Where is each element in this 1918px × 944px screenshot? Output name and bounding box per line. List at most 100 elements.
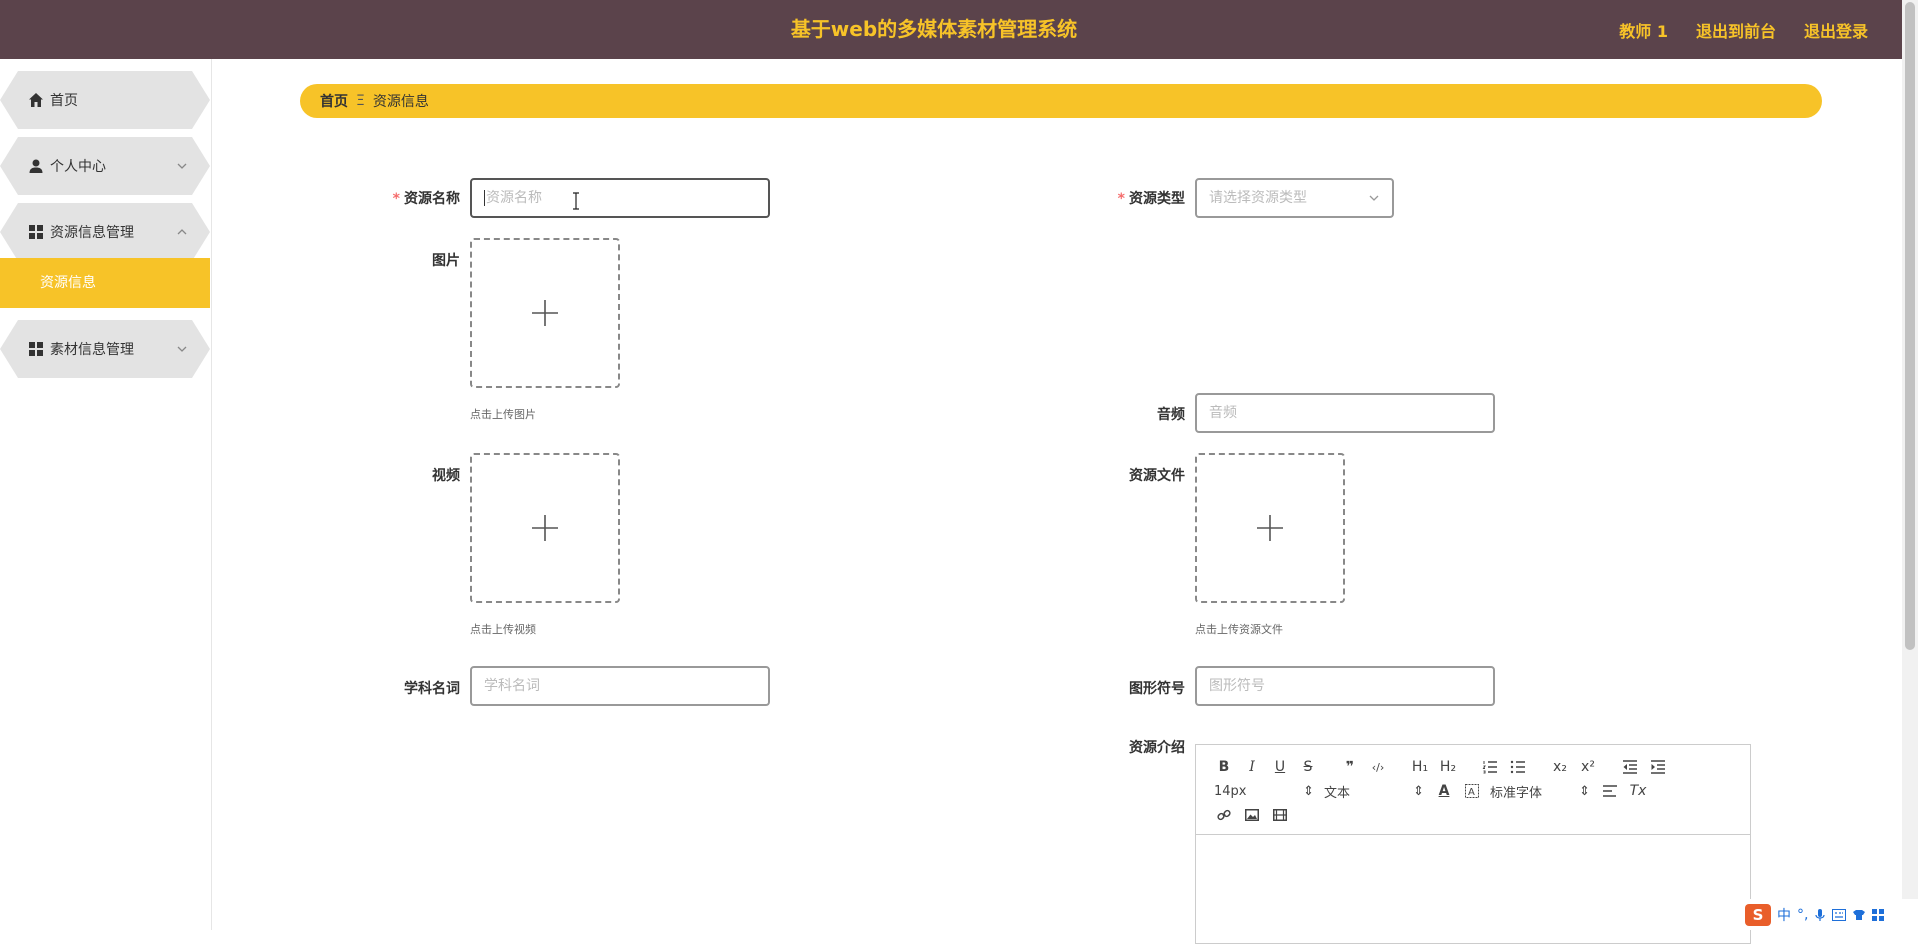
sidebar: 首页 个人中心 资源信息管理 资源信息 素材信息管理 (0, 59, 212, 930)
italic-button[interactable]: I (1238, 755, 1266, 779)
sidebar-subitem-resource-info[interactable]: 资源信息 (0, 258, 210, 308)
ime-toolbar: S 中 °, (1739, 899, 1918, 930)
svg-text:A: A (1468, 787, 1475, 798)
plus-icon (532, 300, 558, 326)
breadcrumb-separator: Ξ (356, 93, 365, 109)
outdent-button[interactable] (1616, 755, 1644, 779)
user-name-link[interactable]: 教师 1 (1619, 18, 1668, 42)
subject-term-input[interactable]: 学科名词 (470, 666, 770, 706)
graphic-symbol-input[interactable]: 图形符号 (1195, 666, 1495, 706)
align-button[interactable] (1596, 779, 1624, 803)
subscript-button[interactable]: x₂ (1546, 755, 1574, 779)
ime-language[interactable]: 中 (1777, 905, 1791, 925)
header-links: 教师 1 退出到前台 退出登录 (1619, 0, 1868, 59)
font-color-button[interactable]: A (1430, 779, 1458, 803)
ordered-list-button[interactable] (1476, 755, 1504, 779)
keyboard-icon[interactable] (1832, 908, 1847, 921)
breadcrumb-current: 资源信息 (372, 94, 429, 110)
sidebar-item-label: 素材信息管理 (50, 342, 134, 358)
top-header: 基于web的多媒体素材管理系统 教师 1 退出到前台 退出登录 (0, 0, 1918, 59)
chevron-down-icon (1369, 195, 1379, 201)
image-uploader[interactable] (470, 238, 620, 388)
header-1-button[interactable]: H₁ (1406, 755, 1434, 779)
plus-icon (532, 515, 558, 541)
background-color-icon: A (1465, 784, 1479, 798)
blockquote-button[interactable]: ❞ (1336, 755, 1364, 779)
link-icon (1217, 809, 1231, 821)
image-label: 图片 (432, 253, 460, 269)
video-icon (1273, 809, 1287, 821)
font-size-select[interactable]: 14px ⇕ (1210, 779, 1320, 803)
sidebar-item-resource-management[interactable]: 资源信息管理 (0, 203, 210, 261)
superscript-button[interactable]: x² (1574, 755, 1602, 779)
text-cursor-icon (573, 192, 579, 210)
ime-logo-icon[interactable]: S (1745, 903, 1771, 926)
resource-file-uploader[interactable] (1195, 453, 1345, 603)
video-upload-hint: 点击上传视频 (470, 623, 536, 636)
scrollbar-thumb[interactable] (1905, 2, 1915, 650)
resource-intro-label: 资源介绍 (1129, 740, 1185, 756)
toolbox-icon[interactable] (1872, 908, 1885, 921)
strikethrough-button[interactable]: S (1294, 755, 1322, 779)
font-family-select[interactable]: 标准字体 ⇕ (1486, 779, 1596, 803)
underline-button[interactable]: U (1266, 755, 1294, 779)
breadcrumb-home[interactable]: 首页 (320, 91, 348, 111)
resource-type-select[interactable]: 请选择资源类型 (1195, 178, 1394, 218)
breadcrumb: 首页 Ξ 资源信息 (300, 84, 1822, 118)
resource-file-label: 资源文件 (1129, 468, 1185, 484)
indent-button[interactable] (1644, 755, 1672, 779)
text-format-select[interactable]: 文本 ⇕ (1320, 779, 1430, 803)
clear-format-button[interactable]: Tx (1624, 779, 1652, 803)
plus-icon (1257, 515, 1283, 541)
grid-icon (28, 341, 44, 357)
bold-button[interactable]: B (1210, 755, 1238, 779)
video-insert-button[interactable] (1266, 803, 1294, 827)
header-2-button[interactable]: H₂ (1434, 755, 1462, 779)
resource-name-input[interactable]: 资源名称 (470, 178, 770, 218)
audio-label: 音频 (1157, 407, 1185, 423)
editor-body[interactable] (1196, 835, 1750, 943)
logout-link[interactable]: 退出登录 (1804, 18, 1868, 42)
subject-term-label: 学科名词 (404, 681, 460, 697)
resource-file-upload-hint: 点击上传资源文件 (1195, 623, 1283, 636)
grid-icon (28, 224, 44, 240)
select-arrow-icon: ⇕ (1579, 783, 1590, 799)
skin-icon[interactable] (1852, 909, 1866, 921)
sidebar-item-label: 资源信息管理 (50, 225, 134, 241)
rich-text-editor: B I U S ❞ ‹/› H₁ H₂ x₂ x² 14px ⇕ 文本 ⇕ A … (1195, 744, 1751, 944)
resource-type-label: * 资源类型 (1117, 191, 1185, 207)
image-icon (1245, 809, 1259, 821)
home-icon (28, 92, 44, 108)
user-icon (28, 158, 44, 174)
back-to-front-link[interactable]: 退出到前台 (1696, 18, 1776, 42)
code-block-button[interactable]: ‹/› (1364, 755, 1392, 779)
editor-toolbar: B I U S ❞ ‹/› H₁ H₂ x₂ x² 14px ⇕ 文本 ⇕ A … (1196, 745, 1750, 835)
indent-icon (1651, 760, 1665, 774)
sidebar-item-personal-center[interactable]: 个人中心 (0, 137, 210, 195)
page-scrollbar[interactable] (1902, 0, 1918, 930)
sidebar-item-label: 首页 (50, 93, 78, 109)
microphone-icon[interactable] (1814, 908, 1826, 922)
chevron-up-icon (176, 226, 188, 238)
sidebar-item-home[interactable]: 首页 (0, 71, 210, 129)
select-arrow-icon: ⇕ (1303, 783, 1314, 799)
video-label: 视频 (432, 468, 460, 484)
chevron-down-icon (176, 343, 188, 355)
audio-input[interactable]: 音频 (1195, 393, 1495, 433)
sidebar-item-label: 个人中心 (50, 159, 106, 175)
link-button[interactable] (1210, 803, 1238, 827)
sidebar-item-material-management[interactable]: 素材信息管理 (0, 320, 210, 378)
ime-punctuation[interactable]: °, (1797, 907, 1808, 923)
bullet-list-icon (1510, 760, 1525, 774)
outdent-icon (1623, 760, 1637, 774)
resource-name-label: * 资源名称 (392, 191, 460, 207)
chevron-down-icon (176, 160, 188, 172)
graphic-symbol-label: 图形符号 (1129, 681, 1185, 697)
bullet-list-button[interactable] (1504, 755, 1532, 779)
background-color-button[interactable]: A (1458, 779, 1486, 803)
align-left-icon (1603, 785, 1617, 797)
select-arrow-icon: ⇕ (1413, 783, 1424, 799)
image-upload-hint: 点击上传图片 (470, 408, 536, 421)
image-insert-button[interactable] (1238, 803, 1266, 827)
video-uploader[interactable] (470, 453, 620, 603)
